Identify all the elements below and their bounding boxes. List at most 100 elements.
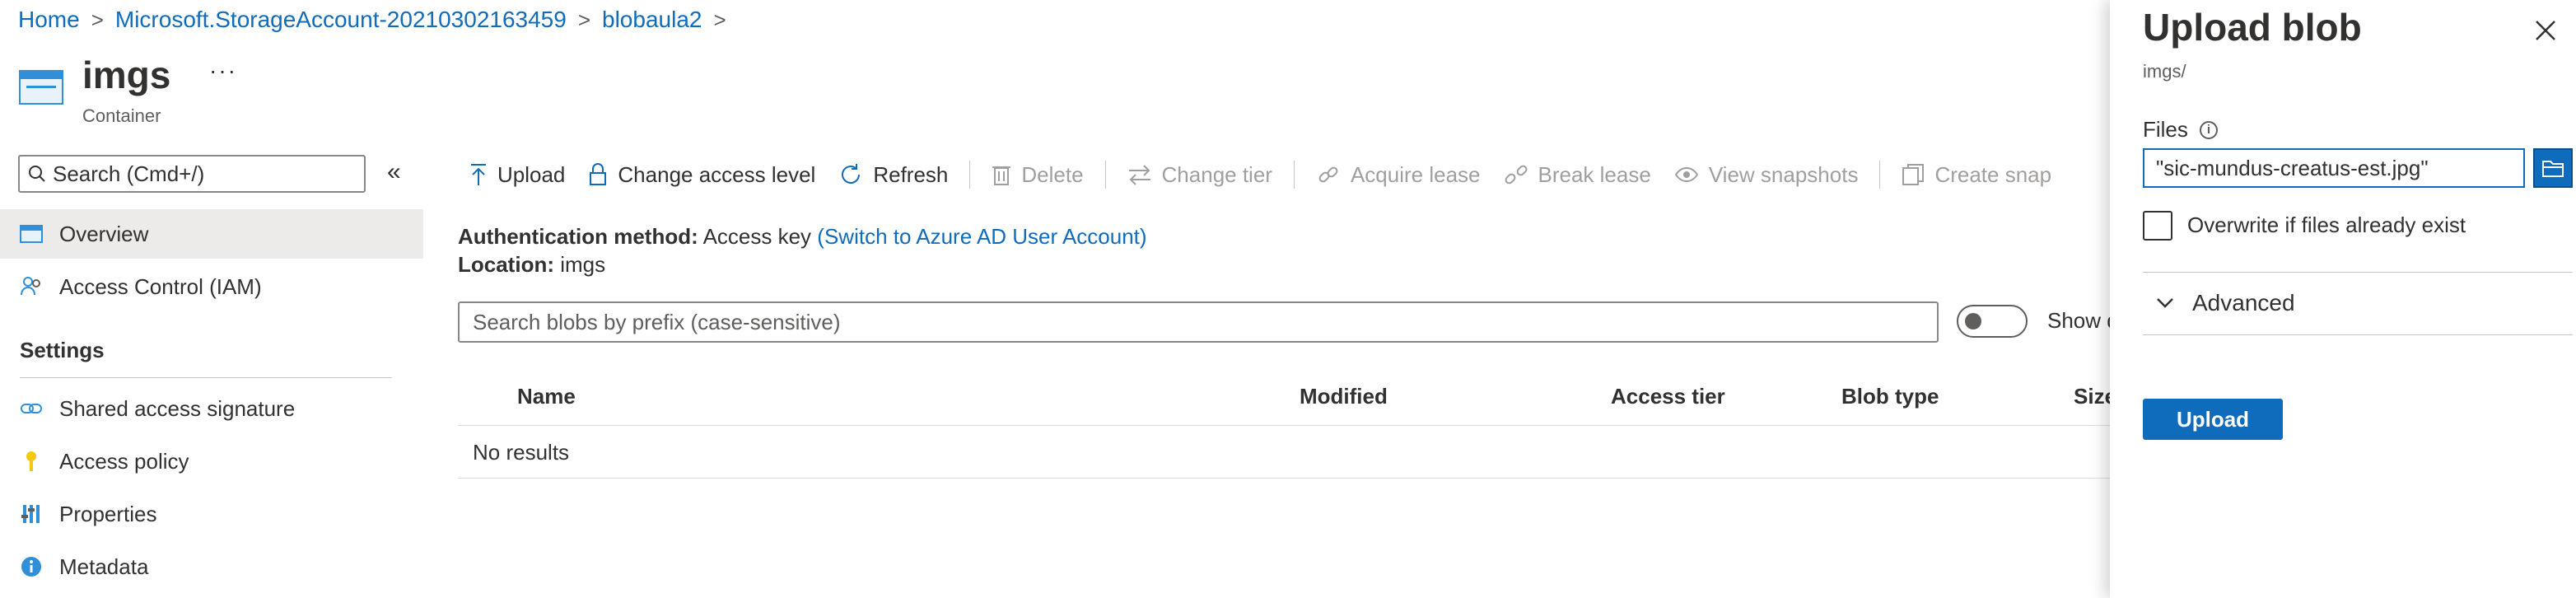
show-deleted-toggle[interactable] xyxy=(1957,305,2028,338)
properties-icon xyxy=(20,502,43,526)
column-header-modified[interactable]: Modified xyxy=(1300,384,1388,409)
file-selection-value: "sic-mundus-creatus-est.jpg" xyxy=(2156,155,2429,180)
page-title: imgs xyxy=(82,54,171,96)
overwrite-label: Overwrite if files already exist xyxy=(2187,213,2466,237)
breadcrumb-home[interactable]: Home xyxy=(18,7,80,33)
auth-label: Authentication method: xyxy=(458,224,698,249)
create-snapshot-button[interactable]: Create snap xyxy=(1890,162,2063,188)
column-header-name[interactable]: Name xyxy=(517,384,576,409)
sidebar-item-label: Properties xyxy=(59,501,157,526)
sidebar-item-iam[interactable]: Access Control (IAM) xyxy=(0,262,423,311)
page-subtitle: Container xyxy=(82,105,161,126)
toolbar-divider xyxy=(1104,161,1106,189)
settings-section-title: Settings xyxy=(20,338,105,362)
key-icon xyxy=(20,450,43,473)
sidebar-item-label: Metadata xyxy=(59,554,149,579)
view-snapshots-button[interactable]: View snapshots xyxy=(1663,162,1870,188)
switch-auth-link[interactable]: (Switch to Azure AD User Account) xyxy=(817,224,1146,249)
sidebar-item-properties[interactable]: Properties xyxy=(0,489,423,539)
change-access-label: Change access level xyxy=(618,161,816,187)
upload-label: Upload xyxy=(497,161,566,187)
chevron-right-icon: > xyxy=(91,7,104,32)
location: Location: imgs xyxy=(458,252,605,278)
advanced-section-toggle[interactable]: Advanced xyxy=(2156,290,2295,316)
blob-search-placeholder: Search blobs by prefix (case-sensitive) xyxy=(473,309,841,334)
upload-button[interactable]: Upload xyxy=(458,162,576,188)
info-icon[interactable]: i xyxy=(2199,120,2218,139)
divider xyxy=(2143,272,2573,273)
table-header-divider xyxy=(458,425,2113,426)
break-lease-label: Break lease xyxy=(1538,161,1651,187)
more-options-icon[interactable]: ··· xyxy=(209,58,237,84)
link-icon xyxy=(20,397,43,420)
broken-link-icon xyxy=(1505,165,1527,185)
collapse-sidebar-icon[interactable]: « xyxy=(387,158,401,186)
breadcrumb-storage-account[interactable]: Microsoft.StorageAccount-20210302163459 xyxy=(115,7,567,33)
container-icon xyxy=(19,70,63,105)
files-label-row: Files i xyxy=(2143,117,2218,142)
blob-search-input[interactable]: Search blobs by prefix (case-sensitive) xyxy=(458,301,1939,343)
change-access-level-button[interactable]: Change access level xyxy=(576,162,827,188)
command-bar: Upload Change access level Refresh Delet… xyxy=(458,153,2063,196)
breadcrumb: Home > Microsoft.StorageAccount-20210302… xyxy=(18,7,726,33)
location-label: Location: xyxy=(458,252,554,277)
divider xyxy=(20,377,392,378)
create-snapshot-label: Create snap xyxy=(1934,161,2052,187)
files-label: Files xyxy=(2143,117,2188,142)
change-tier-button[interactable]: Change tier xyxy=(1116,162,1284,188)
column-header-access-tier[interactable]: Access tier xyxy=(1611,384,1725,409)
search-icon xyxy=(29,166,45,182)
file-selection-input[interactable]: "sic-mundus-creatus-est.jpg" xyxy=(2143,148,2525,188)
sidebar-item-label: Access Control (IAM) xyxy=(59,273,262,299)
empty-table-message: No results xyxy=(473,440,570,465)
refresh-button[interactable]: Refresh xyxy=(827,162,959,188)
toolbar-divider xyxy=(969,161,971,189)
divider xyxy=(2143,334,2573,335)
view-snapshots-label: View snapshots xyxy=(1708,161,1859,187)
chevron-right-icon: > xyxy=(577,7,591,32)
info-icon xyxy=(20,555,43,578)
sidebar-item-label: Shared access signature xyxy=(59,395,296,421)
close-icon[interactable] xyxy=(2532,16,2560,44)
panel-title: Upload blob xyxy=(2143,6,2362,49)
snapshot-icon xyxy=(1902,164,1925,185)
refresh-icon xyxy=(842,164,861,184)
location-value: imgs xyxy=(560,252,606,277)
show-deleted-label: Show d xyxy=(2047,308,2119,333)
eye-icon xyxy=(1674,166,1699,183)
acquire-lease-label: Acquire lease xyxy=(1350,161,1481,187)
delete-button[interactable]: Delete xyxy=(980,162,1094,188)
sidebar-item-shared-access-signature[interactable]: Shared access signature xyxy=(0,384,423,433)
table-divider xyxy=(458,478,2113,479)
people-icon xyxy=(20,275,43,298)
authentication-method: Authentication method: Access key (Switc… xyxy=(458,224,1147,250)
toolbar-divider xyxy=(1879,161,1881,189)
chevron-down-icon xyxy=(2157,298,2173,308)
sidebar-search-placeholder: Search (Cmd+/) xyxy=(53,161,205,186)
overwrite-checkbox[interactable] xyxy=(2143,211,2172,241)
trash-icon xyxy=(992,166,1011,185)
breadcrumb-blobaula2[interactable]: blobaula2 xyxy=(602,7,702,33)
sidebar-item-label: Overview xyxy=(59,221,149,246)
container-icon xyxy=(20,222,43,245)
toolbar-divider xyxy=(1293,161,1295,189)
sidebar-item-metadata[interactable]: Metadata xyxy=(0,542,423,591)
delete-label: Delete xyxy=(1021,161,1084,187)
break-lease-button[interactable]: Break lease xyxy=(1492,162,1663,188)
acquire-lease-button[interactable]: Acquire lease xyxy=(1304,162,1492,188)
change-tier-label: Change tier xyxy=(1161,161,1272,187)
sidebar-item-access-policy[interactable]: Access policy xyxy=(0,437,423,486)
sidebar-item-label: Access policy xyxy=(59,448,189,474)
link-icon xyxy=(1318,166,1338,183)
lock-icon xyxy=(590,163,607,185)
browse-files-button[interactable] xyxy=(2533,148,2573,188)
auth-value: Access key xyxy=(702,224,812,249)
swap-icon xyxy=(1128,165,1150,185)
upload-submit-button[interactable]: Upload xyxy=(2143,399,2283,440)
sidebar-item-overview[interactable]: Overview xyxy=(0,209,423,259)
sidebar-search-input[interactable]: Search (Cmd+/) xyxy=(18,155,366,193)
upload-blob-panel: Upload blob imgs/ Files i "sic-mundus-cr… xyxy=(2110,0,2576,598)
advanced-label: Advanced xyxy=(2192,290,2295,315)
chevron-right-icon: > xyxy=(713,7,726,32)
column-header-blob-type[interactable]: Blob type xyxy=(1841,384,1939,409)
